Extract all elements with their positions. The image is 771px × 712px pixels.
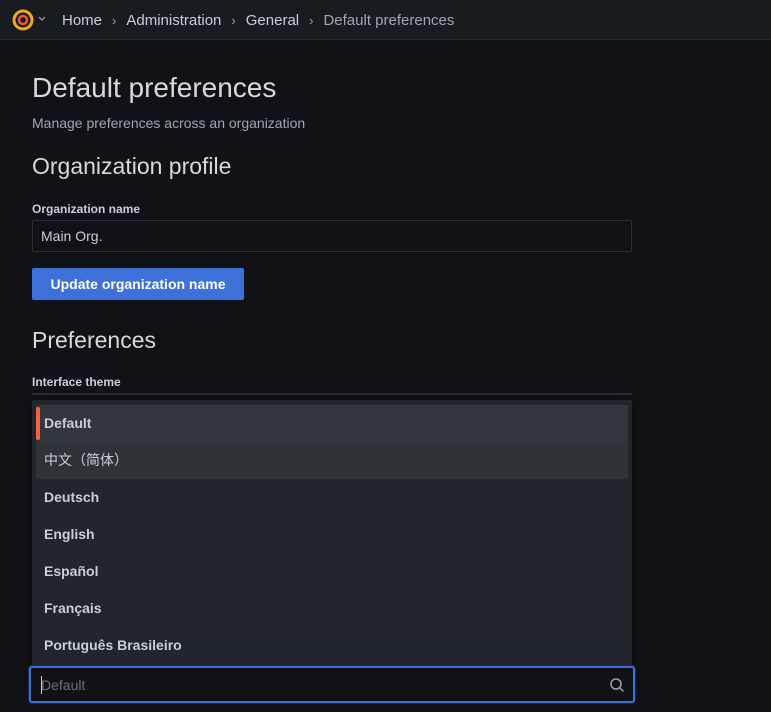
breadcrumb: Home › Administration › General › Defaul… [62, 11, 454, 29]
language-dropdown-menu: Default 中文（简体） Deutsch English Español F… [32, 400, 632, 668]
interface-theme-label: Interface theme [32, 375, 121, 389]
interface-theme-control[interactable] [32, 393, 632, 395]
language-select-field[interactable] [29, 666, 635, 703]
breadcrumb-separator-icon: › [309, 12, 314, 28]
update-org-name-button[interactable]: Update organization name [32, 268, 244, 300]
breadcrumb-current: Default preferences [323, 11, 455, 29]
option-label: English [44, 526, 95, 542]
breadcrumb-separator-icon: › [112, 12, 117, 28]
option-label: Français [44, 600, 102, 616]
option-label: Español [44, 563, 99, 579]
option-label: Deutsch [44, 489, 100, 505]
language-option-deutsch[interactable]: Deutsch [36, 479, 628, 516]
active-option-indicator [36, 407, 40, 440]
language-option-espanol[interactable]: Español [36, 553, 628, 590]
section-title-preferences: Preferences [32, 327, 157, 353]
text-cursor [41, 676, 42, 694]
breadcrumb-separator-icon: › [231, 12, 236, 28]
page-title: Default preferences [32, 72, 277, 103]
section-title-org-profile: Organization profile [32, 153, 232, 179]
page-subtitle: Manage preferences across an organizatio… [32, 115, 306, 131]
chevron-down-icon[interactable] [38, 12, 46, 26]
option-label: Default [44, 415, 92, 431]
search-icon[interactable] [609, 677, 625, 693]
breadcrumb-home[interactable]: Home [62, 12, 102, 29]
language-option-chinese[interactable]: 中文（简体） [36, 442, 628, 479]
language-option-english[interactable]: English [36, 516, 628, 553]
org-name-input[interactable]: Main Org. [32, 220, 632, 252]
option-label: 中文（简体） [44, 452, 128, 468]
org-name-label: Organization name [32, 202, 141, 216]
option-label: Português Brasileiro [44, 637, 182, 653]
top-navbar: Home › Administration › General › Defaul… [0, 0, 771, 40]
language-option-default[interactable]: Default [36, 405, 628, 442]
language-option-portugues[interactable]: Português Brasileiro [36, 627, 628, 664]
language-option-francais[interactable]: Français [36, 590, 628, 627]
language-search-input[interactable] [41, 675, 601, 695]
grafana-logo-icon[interactable] [11, 8, 35, 32]
breadcrumb-administration[interactable]: Administration [126, 12, 221, 29]
breadcrumb-general[interactable]: General [246, 12, 299, 29]
